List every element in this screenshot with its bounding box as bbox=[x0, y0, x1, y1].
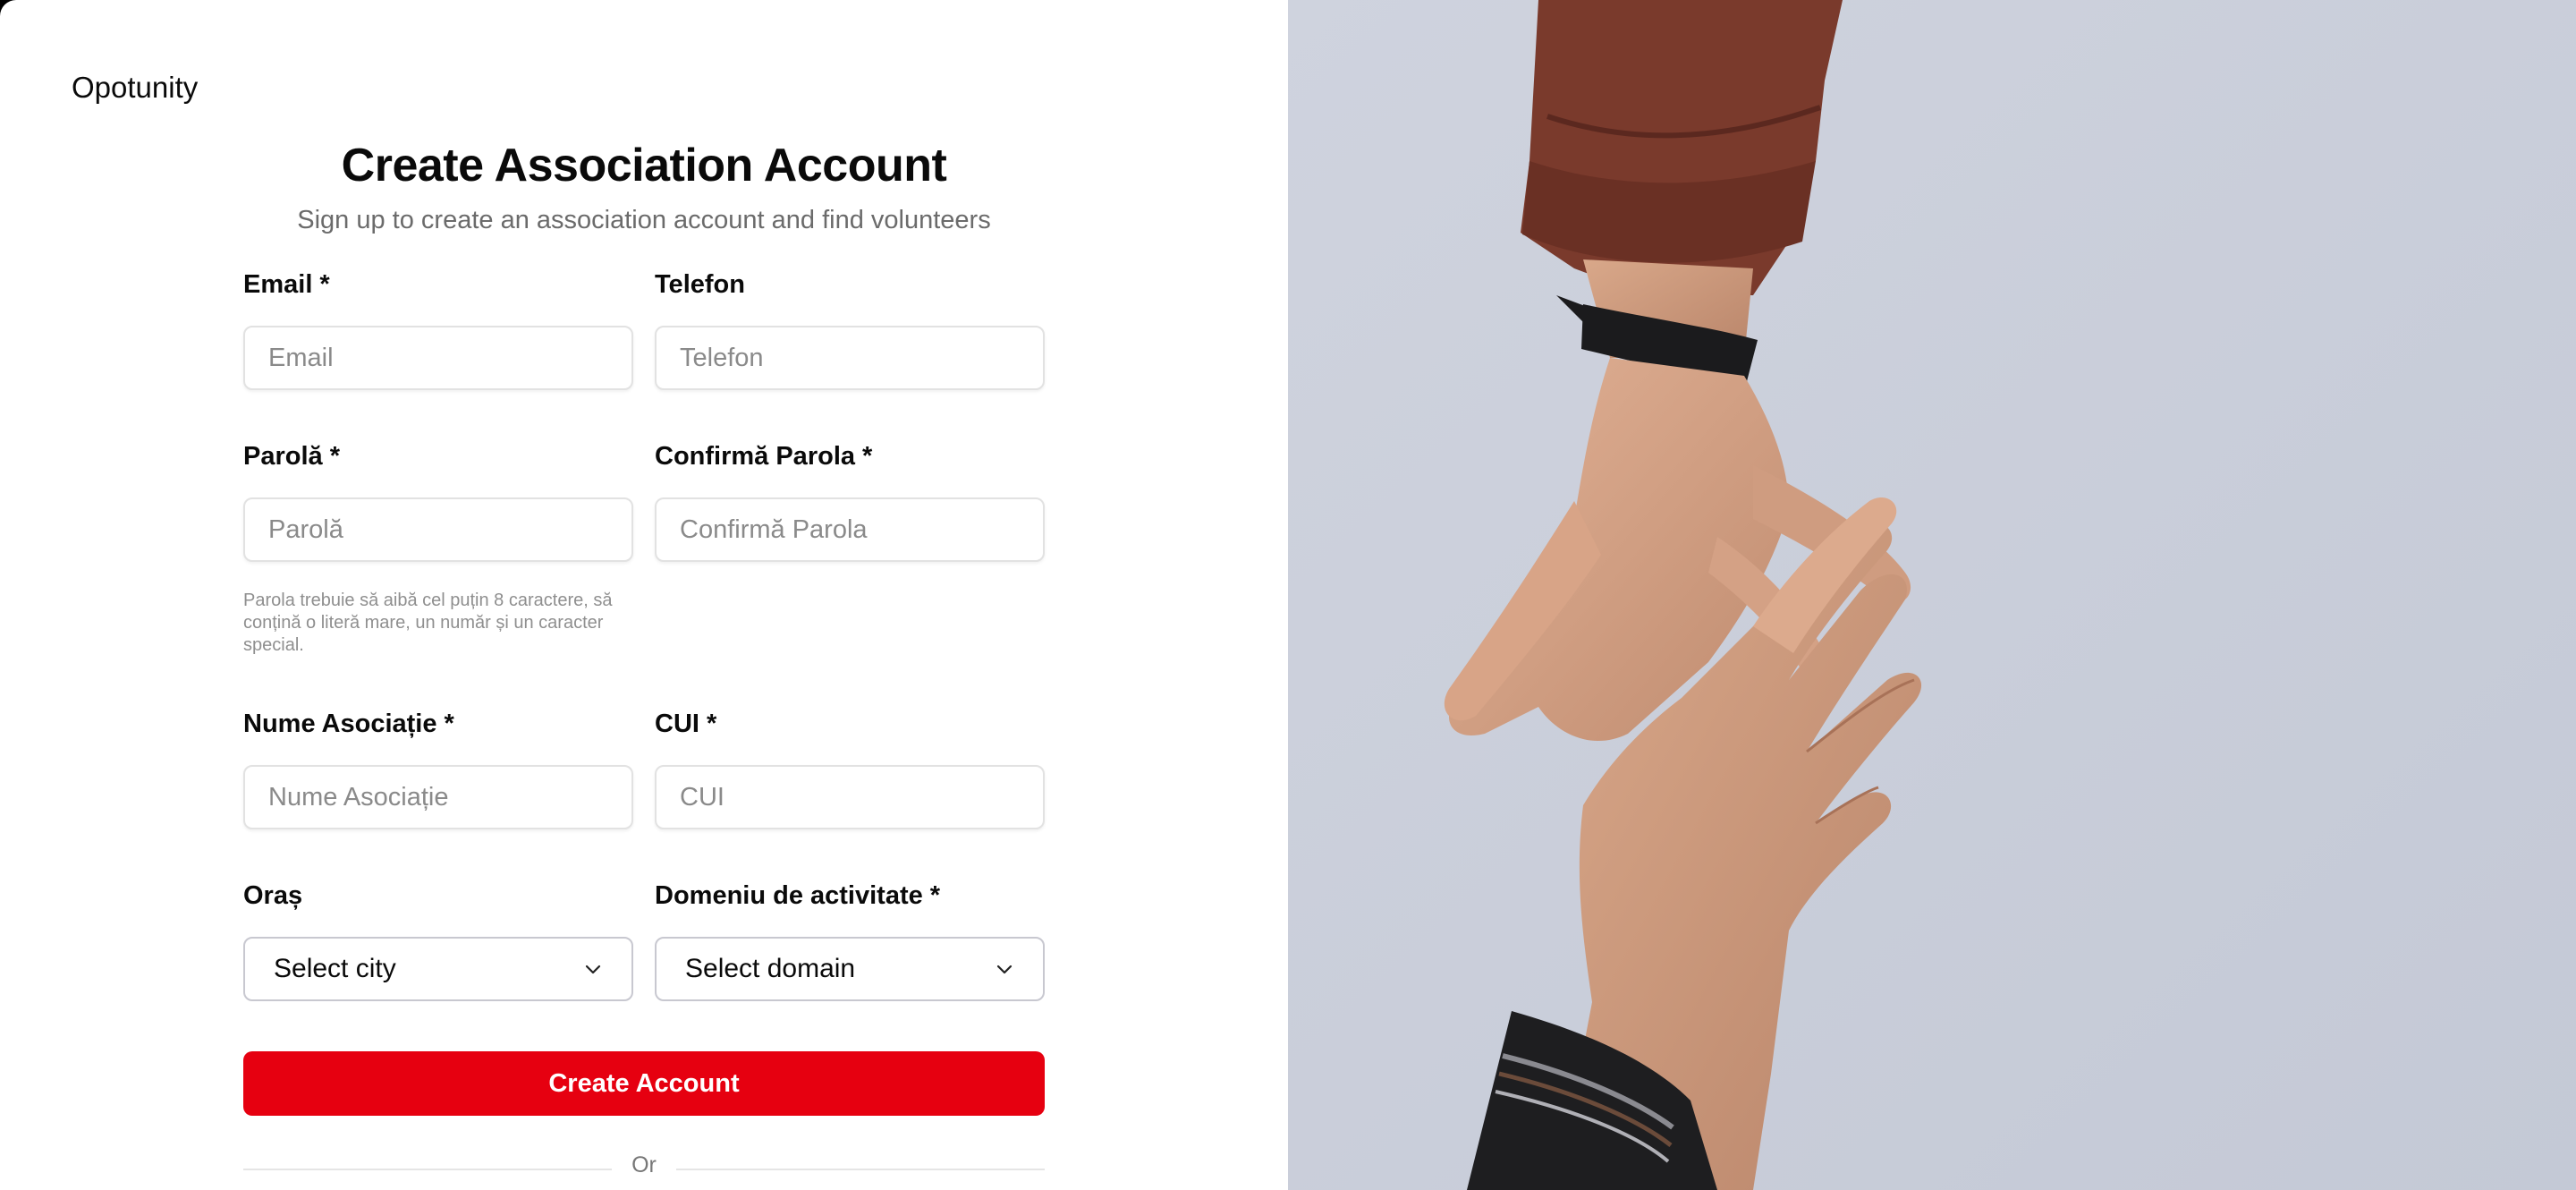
confirm-password-field[interactable] bbox=[655, 497, 1045, 562]
city-label: Oraș bbox=[243, 881, 303, 910]
chevron-down-icon bbox=[585, 965, 601, 974]
hero-image bbox=[1288, 0, 2576, 1190]
domain-select-value: Select domain bbox=[685, 954, 856, 983]
create-account-button[interactable]: Create Account bbox=[243, 1051, 1045, 1116]
password-hint: Parola trebuie să aibă cel puțin 8 carac… bbox=[243, 591, 613, 655]
cui-field[interactable] bbox=[655, 765, 1045, 829]
email-field[interactable] bbox=[243, 326, 633, 390]
association-name-label: Nume Asociație * bbox=[243, 710, 454, 738]
phone-field[interactable] bbox=[655, 326, 1045, 390]
divider-right bbox=[676, 1169, 1045, 1170]
password-field[interactable] bbox=[243, 497, 633, 562]
divider-left bbox=[243, 1169, 612, 1170]
page-title: Create Association Account bbox=[341, 140, 947, 191]
confirm-password-label: Confirmă Parola * bbox=[655, 442, 873, 471]
domain-select[interactable]: Select domain bbox=[655, 937, 1045, 1001]
brand-logo[interactable]: Opotunity bbox=[72, 71, 198, 105]
association-name-field[interactable] bbox=[243, 765, 633, 829]
signup-panel: Opotunity Create Association Account Sig… bbox=[0, 0, 1288, 1190]
cui-label: CUI * bbox=[655, 710, 717, 738]
helping-hands-illustration bbox=[1288, 0, 2576, 1190]
email-label: Email * bbox=[243, 270, 330, 299]
page-subtitle: Sign up to create an association account… bbox=[297, 206, 991, 234]
city-select-value: Select city bbox=[274, 954, 396, 983]
divider-or: Or bbox=[631, 1152, 657, 1177]
city-select[interactable]: Select city bbox=[243, 937, 633, 1001]
domain-label: Domeniu de activitate * bbox=[655, 881, 941, 910]
phone-label: Telefon bbox=[655, 270, 745, 299]
chevron-down-icon bbox=[996, 965, 1013, 974]
password-label: Parolă * bbox=[243, 442, 340, 471]
